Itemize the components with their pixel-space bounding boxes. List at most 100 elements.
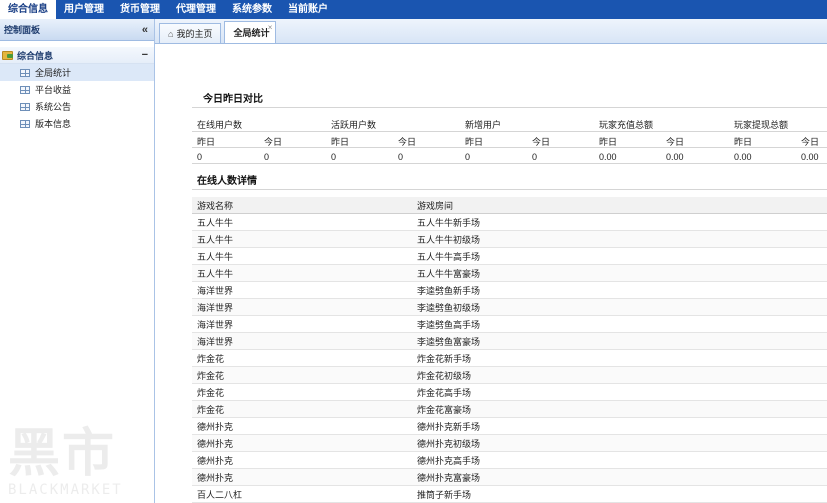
table-row: 海洋世界 李逵劈鱼初级场 (192, 299, 827, 316)
cell-game-room: 李逵劈鱼高手场 (417, 319, 481, 330)
tab-label: 全局统计 (233, 28, 270, 38)
nav-users[interactable]: 用户管理 (56, 0, 112, 19)
cell-game-name: 海洋世界 (197, 319, 234, 330)
home-icon: ⌂ (168, 28, 174, 39)
cell-game-name: 德州扑克 (197, 455, 234, 466)
cell-game-name: 炸金花 (197, 370, 225, 381)
sidebar-group-label: 综合信息 (17, 50, 54, 61)
cell-game-room: 炸金花初级场 (417, 370, 472, 381)
nav-system-params[interactable]: 系统参数 (224, 0, 280, 19)
nav-overview[interactable]: 综合信息 (0, 0, 56, 19)
cell-game-name: 炸金花 (197, 387, 225, 398)
group-total-withdraw: 玩家提现总额 (734, 120, 789, 130)
sidebar-item-label: 系统公告 (35, 102, 72, 112)
nav-agents[interactable]: 代理管理 (168, 0, 224, 19)
table-row: 炸金花 炸金花富豪场 (192, 401, 827, 418)
table-row: 海洋世界 李逵劈鱼新手场 (192, 282, 827, 299)
cell-game-name: 五人牛牛 (197, 268, 234, 279)
cell-game-room: 德州扑克富豪场 (417, 472, 481, 483)
cell-game-room: 李逵劈鱼富豪场 (417, 336, 481, 347)
main-content: 今日昨日对比 在线用户数 活跃用户数 新增用户 玩家充值总额 玩家提现总额 昨日… (155, 45, 827, 503)
cell-game-room: 五人牛牛高手场 (417, 251, 481, 262)
value-deposit-today: 0.00 (666, 152, 684, 162)
tab-home[interactable]: ⌂ 我的主页 (159, 23, 222, 43)
cell-game-name: 海洋世界 (197, 302, 234, 313)
value-new-today: 0 (532, 152, 538, 162)
sidebar-item-global-stats[interactable]: 全局统计 (0, 64, 154, 81)
group-online-users: 在线用户数 (197, 120, 243, 130)
collapse-sidebar-icon[interactable]: « (142, 24, 148, 36)
cell-game-room: 李逵劈鱼初级场 (417, 302, 481, 313)
nav-current-account[interactable]: 当前账户 (280, 0, 336, 19)
cell-game-room: 推筒子新手场 (417, 489, 472, 500)
cell-game-room: 五人牛牛新手场 (417, 217, 481, 228)
nav-currency[interactable]: 货币管理 (112, 0, 168, 19)
value-deposit-yesterday: 0.00 (599, 152, 617, 162)
table-row: 炸金花 炸金花新手场 (192, 350, 827, 367)
sidebar-header: 控制面板 « (0, 19, 154, 41)
cell-game-name: 五人牛牛 (197, 217, 234, 228)
collapse-group-icon[interactable]: − (142, 49, 148, 61)
cell-game-room: 炸金花富豪场 (417, 404, 472, 415)
sidebar-title: 控制面板 (4, 25, 41, 35)
cell-game-room: 李逵劈鱼新手场 (417, 285, 481, 296)
table-header-row: 游戏名称 游戏房间 (192, 197, 827, 214)
cell-game-name: 德州扑克 (197, 421, 234, 432)
sidebar-group-overview[interactable]: 综合信息 − (0, 47, 154, 64)
table-row: 五人牛牛 五人牛牛高手场 (192, 248, 827, 265)
cell-game-name: 德州扑克 (197, 438, 234, 449)
table-icon (20, 85, 30, 94)
sidebar-item-platform-revenue[interactable]: 平台收益 (0, 81, 154, 98)
group-total-deposit: 玩家充值总额 (599, 120, 654, 130)
cell-game-name: 炸金花 (197, 404, 225, 415)
compare-row-line (192, 147, 827, 148)
compare-separator (192, 107, 827, 108)
cell-game-name: 海洋世界 (197, 336, 234, 347)
watermark-glyphs: 黑市 (8, 424, 117, 484)
column-header-game: 游戏名称 (197, 200, 234, 211)
sidebar-item-announcements[interactable]: 系统公告 (0, 98, 154, 115)
column-header-room: 游戏房间 (417, 200, 454, 211)
watermark-text: BLACKMARKET (8, 482, 123, 498)
sidebar-item-version-info[interactable]: 版本信息 (0, 115, 154, 132)
table-icon (20, 119, 30, 128)
online-separator (192, 189, 827, 190)
cell-game-name: 德州扑克 (197, 472, 234, 483)
cell-game-name: 炸金花 (197, 353, 225, 364)
value-withdraw-today: 0.00 (801, 152, 819, 162)
table-row: 德州扑克 德州扑克新手场 (192, 418, 827, 435)
folder-icon (2, 50, 13, 60)
watermark-logo: 黑市 BLACKMARKET (8, 426, 148, 503)
value-withdraw-yesterday: 0.00 (734, 152, 752, 162)
table-row: 百人二八杠 推筒子新手场 (192, 486, 827, 503)
value-online-today: 0 (264, 152, 270, 162)
table-row: 德州扑克 德州扑克初级场 (192, 435, 827, 452)
value-new-yesterday: 0 (465, 152, 471, 162)
table-icon (20, 102, 30, 111)
compare-row-line (192, 131, 827, 132)
table-row: 海洋世界 李逵劈鱼富豪场 (192, 333, 827, 350)
cell-game-room: 炸金花新手场 (417, 353, 472, 364)
compare-row-line (192, 163, 827, 164)
table-row: 海洋世界 李逵劈鱼高手场 (192, 316, 827, 333)
group-active-users: 活跃用户数 (331, 120, 377, 130)
cell-game-name: 五人牛牛 (197, 234, 234, 245)
compare-title: 今日昨日对比 (203, 94, 263, 105)
online-title: 在线人数详情 (197, 176, 257, 187)
table-row: 五人牛牛 五人牛牛初级场 (192, 231, 827, 248)
tab-label: 我的主页 (176, 29, 213, 39)
close-icon[interactable]: × (268, 23, 273, 32)
table-row: 炸金花 炸金花初级场 (192, 367, 827, 384)
online-table: 游戏名称 游戏房间 五人牛牛 五人牛牛新手场 五人牛牛 五人牛牛初级场 五人牛牛 五人牛牛… (192, 197, 827, 503)
table-row: 五人牛牛 五人牛牛富豪场 (192, 265, 827, 282)
value-active-today: 0 (398, 152, 404, 162)
tab-global-stats[interactable]: 全局统计 × (224, 21, 277, 43)
sidebar-item-label: 版本信息 (35, 119, 72, 129)
cell-game-name: 五人牛牛 (197, 251, 234, 262)
group-new-users: 新增用户 (465, 120, 502, 130)
table-row: 德州扑克 德州扑克高手场 (192, 452, 827, 469)
cell-game-name: 百人二八杠 (197, 489, 243, 500)
cell-game-name: 海洋世界 (197, 285, 234, 296)
sidebar-item-label: 全局统计 (35, 68, 72, 78)
tab-bar: ⌂ 我的主页 全局统计 × (155, 19, 827, 44)
